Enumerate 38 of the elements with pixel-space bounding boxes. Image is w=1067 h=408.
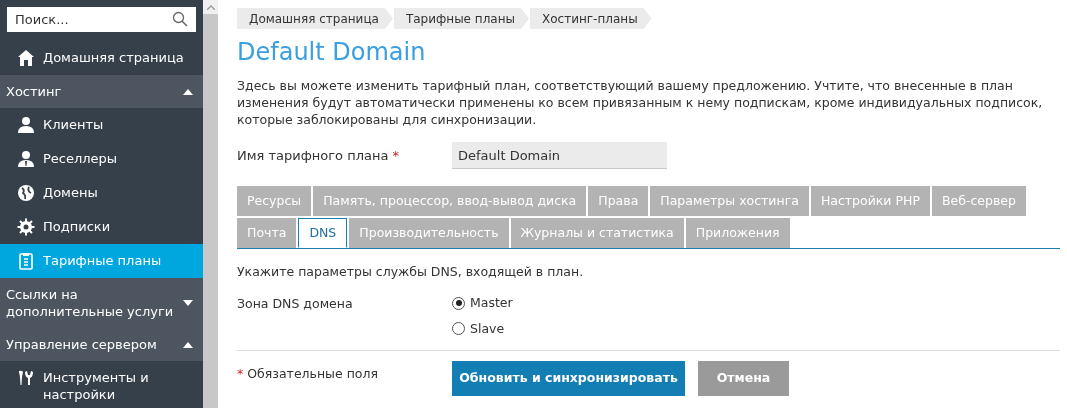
tools-icon	[17, 369, 35, 387]
breadcrumb-link[interactable]: Хостинг-планы	[530, 8, 652, 29]
field-label: Имя тарифного плана *	[237, 146, 401, 165]
search-icon	[172, 11, 188, 27]
sidebar-item[interactable]: Домашняя страница	[0, 41, 203, 75]
page-title: Default Domain	[237, 37, 427, 67]
breadcrumb-link[interactable]: Домашняя страница	[237, 8, 393, 29]
required-note: * Обязательные поля	[237, 365, 379, 384]
field-label: Зона DNS домена	[237, 294, 354, 313]
tab[interactable]: DNS	[298, 218, 348, 248]
radio-option[interactable]: Master	[452, 293, 513, 313]
breadcrumb-link[interactable]: Тарифные планы	[393, 8, 529, 29]
gear-icon	[17, 218, 35, 236]
scrollbar[interactable]	[203, 0, 218, 408]
sidebar-item[interactable]: Домены	[0, 176, 203, 210]
collapse-icon	[183, 341, 193, 348]
radio-button[interactable]	[452, 296, 465, 310]
sync-button[interactable]: Обновить и синхронизировать	[452, 361, 685, 397]
search-field[interactable]: Поиск...	[7, 7, 196, 32]
sidebar-item[interactable]: Инструменты и настройки	[0, 361, 203, 408]
sidebar-section-header[interactable]: Ссылки на дополнительные услуги	[0, 278, 203, 328]
clipboard-icon	[17, 252, 35, 270]
sidebar-item[interactable]: Реселлеры	[0, 142, 203, 176]
expand-icon	[183, 300, 193, 306]
sidebar-item[interactable]: Подписки	[0, 210, 203, 244]
page-description: Здесь вы можете изменить тарифный план, соответствующий вашему предложению. Учтите, что внесенные в план изменения будут автоматически применены ко всем привязанным к нему подпискам, кроме индивидуальных подписок, которые заблокированы для синхронизации.	[237, 77, 1044, 128]
radio-option[interactable]: Slave	[452, 319, 513, 339]
globe-icon	[17, 184, 35, 202]
person-tie-icon	[17, 150, 35, 168]
home-icon	[17, 49, 35, 67]
tab-hint: Укажите параметры службы DNS, входящей в план.	[237, 263, 585, 281]
sidebar-item[interactable]: Клиенты	[0, 108, 203, 142]
sidebar-section-header[interactable]: Управление сервером	[0, 328, 203, 361]
plan-name-field[interactable]: Default Domain	[452, 142, 667, 169]
collapse-icon	[183, 88, 193, 95]
sidebar-section-header[interactable]: Хостинг	[0, 75, 203, 108]
radio-button[interactable]	[452, 322, 465, 336]
user-icon	[17, 116, 35, 134]
